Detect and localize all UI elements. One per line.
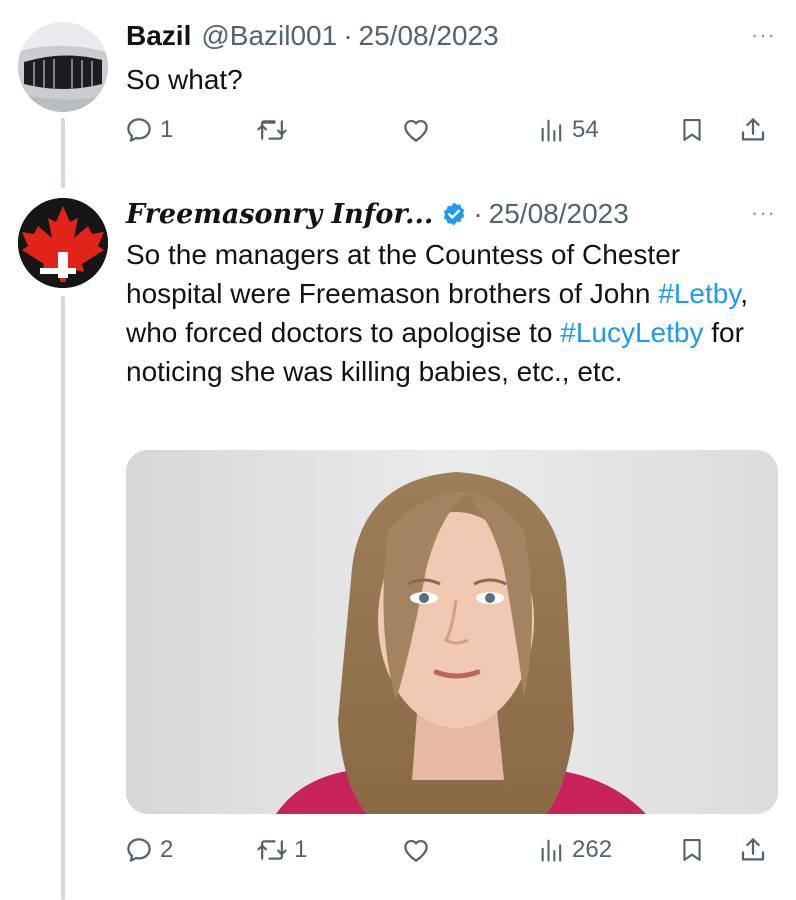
verified-badge-icon: [441, 201, 467, 227]
avatar[interactable]: [18, 22, 108, 112]
display-name[interactable]: Bazil: [126, 20, 191, 52]
like-button[interactable]: [400, 830, 432, 870]
avatar[interactable]: [18, 198, 108, 288]
bookmark-icon: [683, 839, 701, 861]
tweet-header: Bazil @Bazil001 · 25/08/2023 ···: [126, 18, 776, 54]
text-segment: So the managers at the Countess of Chest…: [126, 239, 681, 309]
like-icon: [404, 839, 428, 862]
tweet-text: So the managers at the Countess of Chest…: [126, 235, 766, 391]
bookmark-button[interactable]: [678, 830, 706, 870]
timeline: Bazil @Bazil001 · 25/08/2023 ··· So what…: [0, 0, 796, 900]
bookmark-icon: [683, 119, 701, 141]
tweet-actions: 1 54: [124, 110, 784, 150]
views-icon: [541, 119, 562, 142]
separator-dot: ·: [473, 198, 483, 229]
share-button[interactable]: [738, 110, 768, 150]
view-count: 54: [572, 116, 599, 143]
reply-icon: [127, 838, 151, 862]
tweet-bazil[interactable]: Bazil @Bazil001 · 25/08/2023 ··· So what…: [0, 0, 796, 170]
like-icon: [404, 119, 428, 142]
views-button[interactable]: 262: [538, 830, 612, 870]
tweet-date[interactable]: 25/08/2023: [489, 198, 629, 230]
reply-count: 2: [160, 836, 174, 863]
car-grille-avatar-image: [18, 22, 108, 112]
hashtag-link[interactable]: #Letby: [658, 278, 740, 309]
views-button[interactable]: 54: [538, 110, 599, 150]
retweet-icon: [257, 120, 287, 140]
tweet-date[interactable]: 25/08/2023: [359, 20, 499, 52]
tweet-freemasonry[interactable]: Freemasonry Infor... · 25/08/2023 ··· So…: [0, 188, 796, 900]
view-count: 262: [572, 836, 613, 863]
reply-button[interactable]: 1: [124, 110, 173, 150]
display-name[interactable]: Freemasonry Infor...: [126, 199, 433, 230]
views-icon: [541, 839, 562, 862]
bookmark-button[interactable]: [678, 110, 706, 150]
share-icon: [741, 838, 765, 861]
tweet-text: So what?: [126, 64, 243, 95]
more-icon[interactable]: ···: [751, 22, 776, 48]
tweet-photo[interactable]: [126, 450, 778, 814]
reply-count: 1: [160, 116, 174, 143]
handle[interactable]: @Bazil001: [201, 20, 337, 52]
maple-leaf-avatar-image: [18, 198, 108, 288]
portrait-photo-image: [126, 450, 778, 814]
tweet-header: Freemasonry Infor... · 25/08/2023 ···: [126, 196, 776, 232]
like-button[interactable]: [400, 110, 432, 150]
retweet-count: 1: [294, 836, 308, 863]
tweet-actions: 2 1 262: [124, 830, 784, 870]
reply-button[interactable]: 2: [124, 830, 173, 870]
reply-icon: [127, 118, 151, 142]
retweet-icon: [257, 840, 287, 860]
hashtag-link[interactable]: #LucyLetby: [560, 317, 703, 348]
separator-dot: ·: [343, 20, 353, 51]
more-icon[interactable]: ···: [751, 200, 776, 226]
retweet-button[interactable]: 1: [256, 830, 307, 870]
retweet-button[interactable]: [256, 110, 294, 150]
share-icon: [741, 118, 765, 141]
share-button[interactable]: [738, 830, 768, 870]
